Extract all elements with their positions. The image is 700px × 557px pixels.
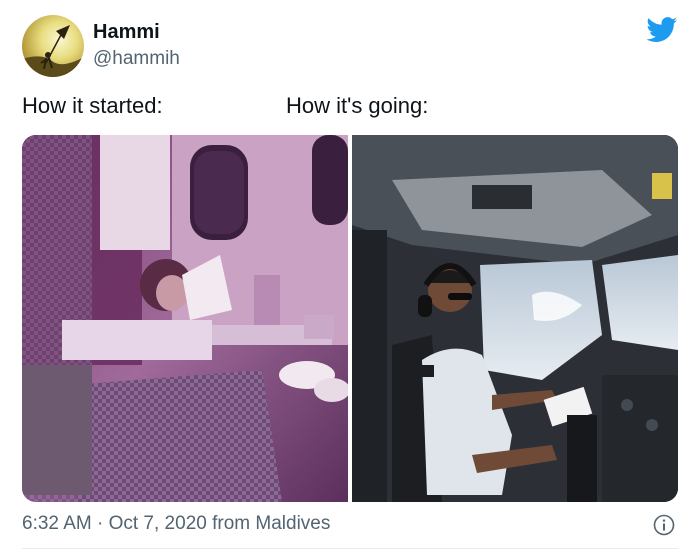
tweet-text-right: How it's going: — [286, 93, 429, 118]
tweet-text-left: How it started: — [22, 93, 163, 118]
twitter-bird-icon[interactable] — [646, 17, 678, 43]
kite-silhouette-avatar-icon — [22, 25, 84, 77]
how-it-started-photo[interactable] — [22, 135, 348, 502]
avatar[interactable] — [22, 15, 84, 77]
pilot-in-cockpit-icon — [352, 135, 678, 502]
child-in-airplane-cabin-icon — [22, 135, 348, 502]
info-icon[interactable] — [653, 514, 675, 536]
user-handle[interactable]: @hammih — [93, 48, 180, 70]
how-its-going-photo[interactable] — [352, 135, 678, 502]
tweet-timestamp[interactable]: 6:32 AM · Oct 7, 2020 from Maldives — [22, 513, 330, 535]
footer-divider — [22, 548, 678, 549]
display-name[interactable]: Hammi — [93, 21, 160, 44]
